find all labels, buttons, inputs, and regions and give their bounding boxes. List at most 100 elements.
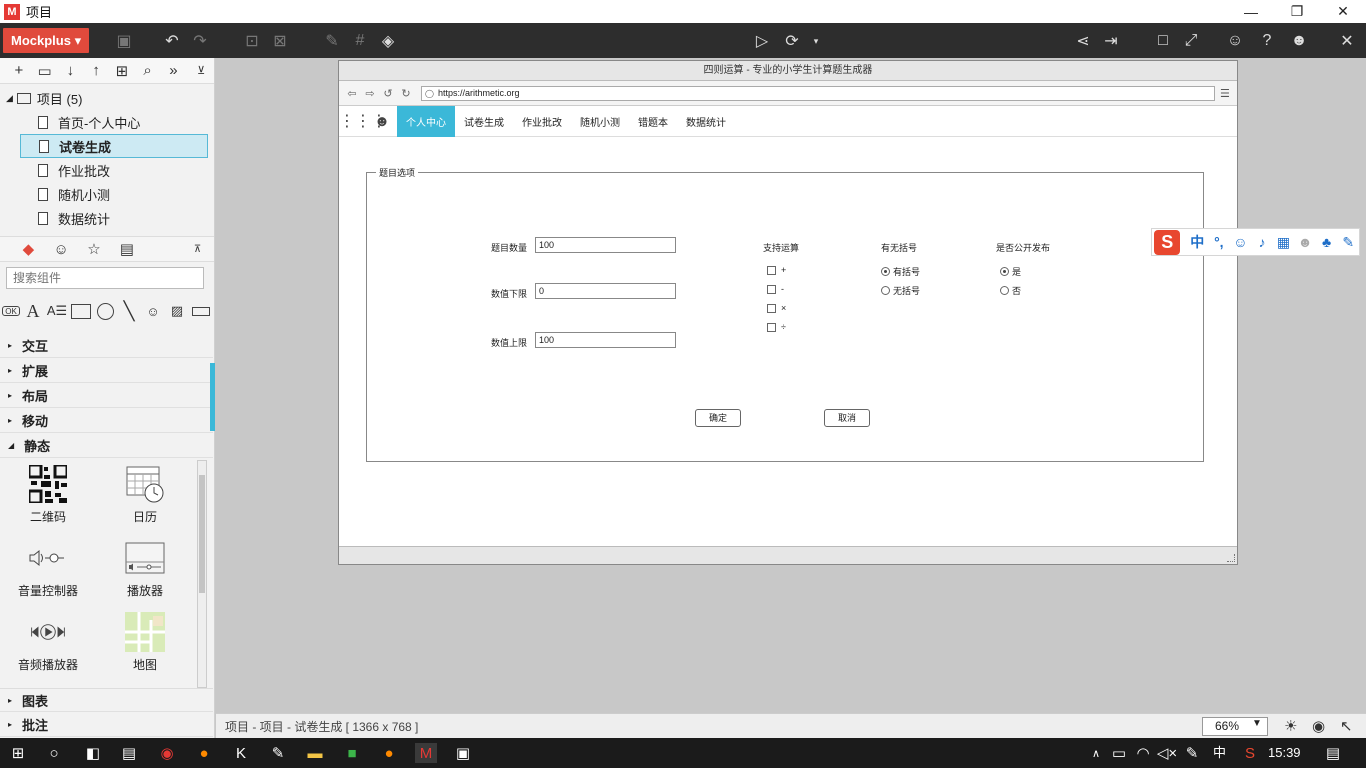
cortana-icon[interactable]: ○ xyxy=(43,743,65,763)
fit-window-icon[interactable]: □ xyxy=(1153,31,1173,51)
count-input[interactable]: 100 xyxy=(535,237,676,253)
notepad-icon[interactable]: ▤ xyxy=(118,743,140,763)
avatar[interactable]: ☻ xyxy=(1289,31,1309,51)
ime-punct-toggle[interactable]: °, xyxy=(1208,234,1230,250)
category-extension[interactable]: ▸ 扩展 xyxy=(0,359,213,383)
collapse-panel-icon[interactable]: ⊻ xyxy=(188,59,214,83)
export-icon[interactable]: ⇥ xyxy=(1101,31,1121,51)
wifi-icon[interactable]: ◠ xyxy=(1132,743,1154,763)
battery-icon[interactable]: ▭ xyxy=(1108,743,1130,763)
firefox-2-icon[interactable]: ● xyxy=(378,743,400,763)
app-k-icon[interactable]: K xyxy=(230,743,252,763)
tree-item-stats[interactable]: 数据统计 xyxy=(20,206,208,230)
category-layout[interactable]: ▸ 布局 xyxy=(0,384,213,408)
emoji-icon[interactable]: ☺ xyxy=(1230,234,1252,250)
reload-icon[interactable]: ↺ xyxy=(379,87,397,100)
sogou-tray-icon[interactable]: S xyxy=(1239,743,1261,763)
sync-icon[interactable]: ⟳ xyxy=(782,31,802,51)
min-input[interactable]: 0 xyxy=(535,283,676,299)
ungroup-icon[interactable]: ⊠ xyxy=(270,31,290,51)
browser-menu-icon[interactable]: ☰ xyxy=(1220,87,1230,100)
nav-quiz[interactable]: 随机小测 xyxy=(571,106,629,137)
collapse-components-icon[interactable]: ⊼ xyxy=(181,237,214,261)
category-chart[interactable]: ▸ 图表 xyxy=(0,688,213,712)
templates-tab-icon[interactable]: ▤ xyxy=(110,237,143,261)
brackets-yes-radio[interactable]: 有括号 xyxy=(881,265,920,278)
category-static[interactable]: ◢ 静态 xyxy=(0,434,213,458)
nav-wrong-book[interactable]: 错题本 xyxy=(629,106,677,137)
text-shape-icon[interactable]: A xyxy=(22,300,44,322)
favorites-tab-icon[interactable]: ☆ xyxy=(78,237,111,261)
close-button[interactable]: ✕ xyxy=(1320,0,1366,23)
preview-play-icon[interactable]: ▷ xyxy=(752,31,772,51)
skin-icon[interactable]: ♣ xyxy=(1316,234,1338,250)
add-folder-icon[interactable]: ▭ xyxy=(32,59,58,83)
grid-icon[interactable]: # xyxy=(350,31,370,51)
rectangle-shape-icon[interactable] xyxy=(70,300,92,322)
scrollbar-thumb[interactable] xyxy=(199,475,205,593)
nav-personal-center[interactable]: 个人中心 xyxy=(397,105,455,137)
op-subtract-checkbox[interactable]: - xyxy=(767,284,784,294)
pen-icon[interactable]: ✎ xyxy=(1181,743,1203,763)
show-hidden-icons[interactable]: ∧ xyxy=(1085,743,1107,763)
tree-root[interactable]: ◢ 项目 (5) xyxy=(0,86,214,110)
keyboard-icon[interactable]: ▦ xyxy=(1273,234,1295,251)
component-qrcode[interactable]: 二维码 xyxy=(3,464,93,525)
image-shape-icon[interactable]: ▨ xyxy=(166,300,188,322)
file-explorer-icon[interactable]: ▬ xyxy=(304,743,326,763)
smiley-shape-icon[interactable]: ☺ xyxy=(142,300,164,322)
brightness-icon[interactable]: ☀ xyxy=(1284,717,1297,735)
left-panel-collapse-handle[interactable] xyxy=(210,363,215,431)
pointer-tool-icon[interactable]: ↖ xyxy=(1340,717,1353,735)
brand-menu-button[interactable]: Mockplus ▾ xyxy=(3,28,90,53)
volume-icon[interactable]: ◁× xyxy=(1156,743,1178,763)
component-volume[interactable]: 音量控制器 xyxy=(3,538,93,599)
op-multiply-checkbox[interactable]: × xyxy=(767,303,786,313)
app-green-icon[interactable]: ■ xyxy=(341,743,363,763)
firefox-icon[interactable]: ● xyxy=(193,743,215,763)
forward-icon[interactable]: ⇨ xyxy=(361,87,379,100)
notification-icon[interactable]: ▤ xyxy=(1322,743,1344,763)
more-icon[interactable]: » xyxy=(161,59,187,83)
restore-button[interactable]: ❐ xyxy=(1274,0,1320,23)
components-scrollbar[interactable] xyxy=(197,460,207,688)
component-player[interactable]: 播放器 xyxy=(100,538,190,599)
user-icon[interactable]: ☻ xyxy=(1294,234,1316,250)
move-up-icon[interactable]: ↑ xyxy=(83,59,109,83)
input-shape-icon[interactable] xyxy=(190,300,212,322)
tree-item-homework[interactable]: 作业批改 xyxy=(20,158,208,182)
circle-shape-icon[interactable] xyxy=(94,300,116,322)
paint-icon[interactable]: ✎ xyxy=(267,743,289,763)
line-shape-icon[interactable]: ╲ xyxy=(118,300,140,322)
cancel-button[interactable]: 取消 xyxy=(824,409,870,427)
component-search-input[interactable] xyxy=(6,267,204,289)
windows-start-icon[interactable]: ⊞ xyxy=(7,743,29,763)
max-input[interactable]: 100 xyxy=(535,332,676,348)
clock[interactable]: 15:39 xyxy=(1268,738,1301,768)
component-audio-player[interactable]: 音频播放器 xyxy=(3,612,93,673)
component-calendar[interactable]: 日历 xyxy=(100,464,190,525)
url-field[interactable]: https://arithmetic.org xyxy=(421,85,1215,101)
share-icon[interactable]: ⋖ xyxy=(1073,31,1093,51)
fullscreen-icon[interactable]: ⤢ xyxy=(1181,31,1201,51)
category-mobile[interactable]: ▸ 移动 xyxy=(0,409,213,433)
settings-wrench-icon[interactable]: ✎ xyxy=(1337,234,1359,251)
home-icon[interactable]: ↻ xyxy=(397,87,415,100)
format-painter-icon[interactable]: ✎ xyxy=(322,31,342,51)
sogou-logo-icon[interactable]: S xyxy=(1154,229,1181,255)
paragraph-shape-icon[interactable]: A☰ xyxy=(46,300,68,322)
nav-exam-generate[interactable]: 试卷生成 xyxy=(455,106,513,137)
task-view-icon[interactable]: ◧ xyxy=(82,743,104,763)
confirm-button[interactable]: 确定 xyxy=(695,409,741,427)
group-icon[interactable]: ⊡ xyxy=(242,31,262,51)
apps-grid-icon[interactable]: ⋮⋮⋮ xyxy=(339,111,387,131)
category-interaction[interactable]: ▸ 交互 xyxy=(0,334,213,358)
nav-stats[interactable]: 数据统计 xyxy=(677,106,735,137)
app-360-icon[interactable]: ◉ xyxy=(156,743,178,763)
search-icon[interactable]: ⌕ xyxy=(135,59,161,83)
tree-item-home[interactable]: 首页-个人中心 xyxy=(20,110,208,134)
move-down-icon[interactable]: ↓ xyxy=(58,59,84,83)
redo-icon[interactable]: ↷ xyxy=(190,31,210,51)
team-icon[interactable]: ☺ xyxy=(1225,31,1245,51)
expand-caret-icon[interactable]: ◢ xyxy=(6,93,13,104)
